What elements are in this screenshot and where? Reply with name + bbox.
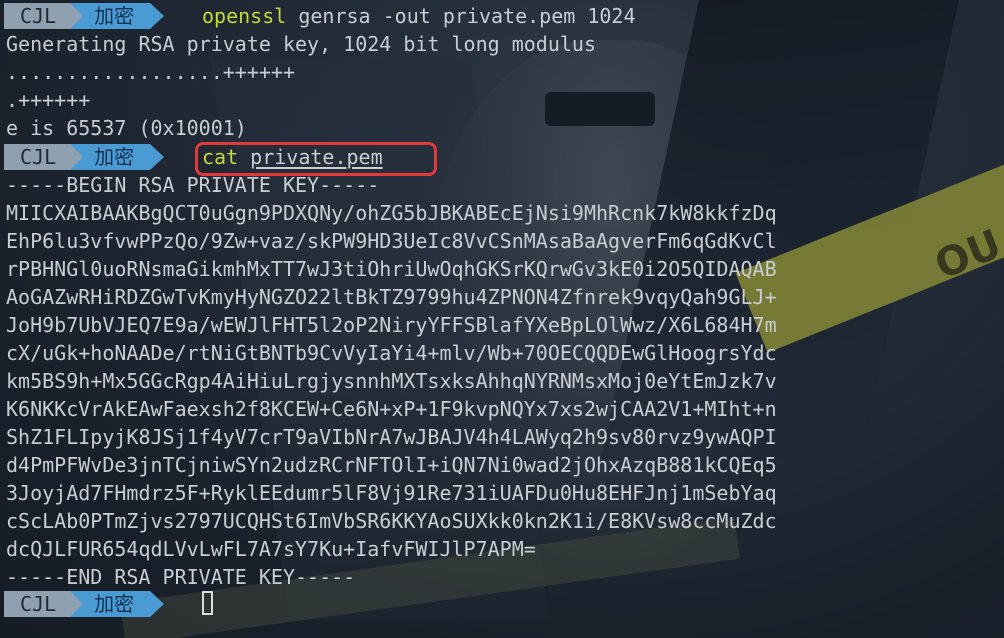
- output-line: Generating RSA private key, 1024 bit lon…: [6, 32, 597, 56]
- key-line: rPBHNGl0uoRNsmaGikmhMxTT7wJ3tiOhriUwOqhG…: [6, 257, 777, 281]
- key-line: -----BEGIN RSA PRIVATE KEY-----: [6, 173, 380, 197]
- key-line: ShZ1FLIpyjK8JSj1f4yV7crT9aVIbNrA7wJBAJV4…: [6, 425, 777, 449]
- output-line: ..................++++++: [6, 60, 295, 84]
- key-line: km5BS9h+Mx5GGcRgp4AiHiuLrgjysnnhMXTsxksA…: [6, 369, 777, 393]
- key-line: K6NKKcVrAkEAwFaexsh2f8KCEW+Ce6N+xP+1F9kv…: [6, 397, 777, 421]
- key-line: cScLAb0PTmZjvs2797UCQHSt6ImVbSR6KKYAoSUX…: [6, 509, 777, 533]
- text-cursor[interactable]: [202, 591, 213, 615]
- output-line: .++++++: [6, 88, 91, 112]
- key-line: -----END RSA PRIVATE KEY-----: [6, 565, 356, 589]
- shell-prompt: CJL 加密: [4, 591, 165, 617]
- command-args: genrsa -out private.pem 1024: [298, 4, 636, 28]
- terminal-window[interactable]: CJL 加密 openssl genrsa -out private.pem 1…: [0, 0, 1004, 638]
- key-line: d4PmPFWvDe3jnTCjniwSYn2udzRCrNFTOlI+iQN7…: [6, 453, 777, 477]
- key-line: 3JoyjAd7FHmdrz5F+RyklEEdumr5lF8Vj91Re731…: [6, 481, 777, 505]
- key-line: MIICXAIBAAKBgQCT0uGgn9PDXQNy/ohZG5bJBKAB…: [6, 201, 777, 225]
- key-line: cX/uGk+hoNAADe/rtNiGtBNTb9CvVyIaYi4+mlv/…: [6, 341, 777, 365]
- prompt-user-segment: CJL: [4, 3, 84, 29]
- key-line: AoGAZwRHiRDZGwTvKmyHyNGZO22ltBkTZ9799hu4…: [6, 285, 777, 309]
- command-line-1: openssl genrsa -out private.pem 1024: [202, 2, 636, 30]
- shell-prompt: CJL 加密: [4, 3, 165, 29]
- key-line: EhP6lu3vfvwPPzQo/9Zw+vaz/skPW9HD3UeIc8Vv…: [6, 229, 777, 253]
- command-program: openssl: [202, 4, 287, 28]
- shell-prompt: CJL 加密: [4, 144, 165, 170]
- key-line: JoH9b7UbVJEQ7E9a/wEWJlFHT5l2oP2NiryYFFSB…: [6, 313, 777, 337]
- output-line: e is 65537 (0x10001): [6, 116, 247, 140]
- prompt-user-segment: CJL: [4, 144, 84, 170]
- key-line: dcQJLFUR654qdLVvLwFL7A7sY7Ku+IafvFWIJlP7…: [6, 537, 536, 561]
- prompt-user-segment: CJL: [4, 591, 84, 617]
